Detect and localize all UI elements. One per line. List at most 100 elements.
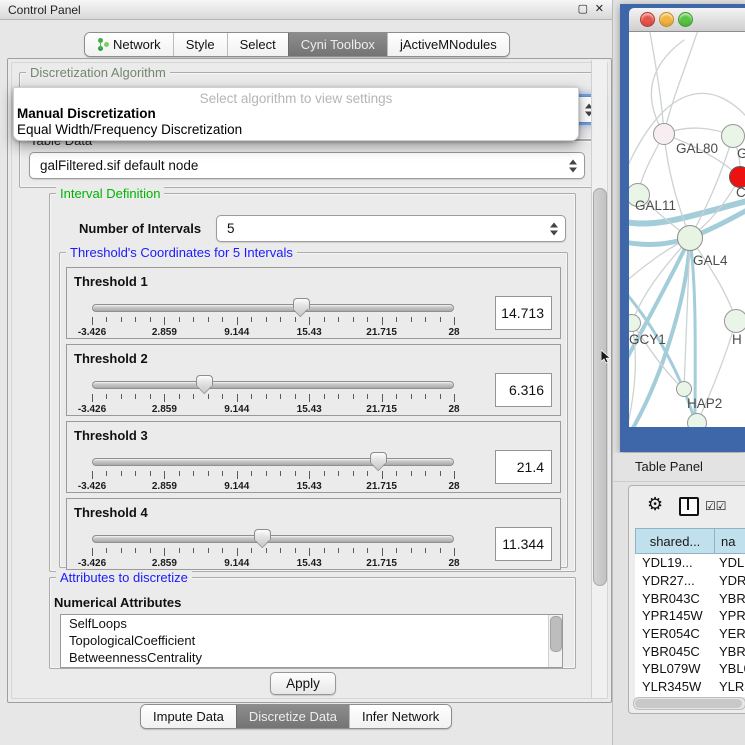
algorithm-dropdown-popup: Select algorithm to view settings Manual… bbox=[13, 87, 579, 141]
combobox-stepper-icon[interactable] bbox=[569, 158, 577, 173]
table-row[interactable]: YDR27...YDR2 bbox=[635, 572, 745, 590]
attributes-listbox[interactable]: SelfLoopsTopologicalCoefficientBetweenne… bbox=[60, 614, 563, 668]
threshold-slider[interactable]: -3.4262.8599.14415.4321.71528 bbox=[92, 377, 454, 413]
tab-style[interactable]: Style bbox=[173, 33, 227, 56]
slider-thumb[interactable] bbox=[196, 375, 213, 386]
panel-scrollbar-thumb[interactable] bbox=[593, 188, 607, 586]
tick-label: -3.426 bbox=[78, 481, 106, 492]
tab-discretize-data[interactable]: Discretize Data bbox=[236, 705, 349, 728]
network-node-hap2[interactable] bbox=[676, 381, 692, 397]
tick-mark bbox=[222, 471, 223, 476]
threshold-value-field[interactable]: 21.4 bbox=[495, 450, 552, 484]
list-scrollbar[interactable] bbox=[548, 615, 562, 667]
table-data-group: Table Data galFiltered.sif default node bbox=[19, 140, 593, 188]
network-node[interactable] bbox=[687, 413, 707, 427]
tab-select[interactable]: Select bbox=[227, 33, 288, 56]
close-icon[interactable]: ✕ bbox=[595, 2, 604, 15]
tick-mark bbox=[237, 394, 238, 402]
attribute-item[interactable]: TopologicalCoefficient bbox=[61, 632, 562, 649]
tick-label: 2.859 bbox=[152, 481, 177, 492]
attribute-item[interactable]: SelfLoops bbox=[61, 615, 562, 632]
threshold-slider[interactable]: -3.4262.8599.14415.4321.71528 bbox=[92, 531, 454, 567]
tick-mark bbox=[411, 548, 412, 553]
tick-mark bbox=[150, 394, 151, 399]
threshold-panel: Threshold 3 -3.4262.8599.14415.4321.7152… bbox=[66, 421, 561, 493]
attribute-item[interactable]: BetweennessCentrality bbox=[61, 649, 562, 666]
table-row[interactable]: YBL079WYBL0 bbox=[635, 660, 745, 678]
table-row[interactable]: YBR045CYBR0 bbox=[635, 642, 745, 660]
dropdown-option[interactable]: Manual Discretization bbox=[17, 106, 156, 121]
tick-mark bbox=[338, 471, 339, 476]
threshold-label: Threshold 2 bbox=[74, 351, 148, 366]
network-node-ga[interactable] bbox=[721, 124, 745, 148]
slider-track[interactable] bbox=[92, 535, 454, 543]
table-cell: YBR043C bbox=[635, 591, 715, 606]
tick-mark bbox=[280, 471, 281, 476]
slider-thumb[interactable] bbox=[293, 298, 310, 309]
dropdown-option[interactable]: Equal Width/Frequency Discretization bbox=[17, 122, 242, 137]
slider-track[interactable] bbox=[92, 381, 454, 389]
tick-mark bbox=[338, 317, 339, 322]
table-column-header[interactable]: shared... bbox=[635, 528, 715, 554]
tick-mark bbox=[382, 394, 383, 402]
tick-mark bbox=[251, 394, 252, 399]
tick-mark bbox=[280, 317, 281, 322]
tab-network[interactable]: Network bbox=[85, 33, 173, 56]
tick-mark bbox=[164, 471, 165, 479]
threshold-value-field[interactable]: 11.344 bbox=[495, 527, 552, 561]
threshold-slider[interactable]: -3.4262.8599.14415.4321.71528 bbox=[92, 454, 454, 490]
tick-labels: -3.4262.8599.14415.4321.71528 bbox=[92, 558, 454, 569]
threshold-value-field[interactable]: 6.316 bbox=[495, 373, 552, 407]
tick-mark bbox=[237, 317, 238, 325]
tab-cyni-toolbox[interactable]: Cyni Toolbox bbox=[288, 33, 387, 56]
num-intervals-combobox[interactable]: 5 bbox=[216, 215, 566, 242]
network-node-h[interactable] bbox=[724, 309, 745, 333]
restore-icon[interactable]: ▢ bbox=[578, 2, 588, 15]
tick-mark bbox=[454, 471, 455, 479]
slider-thumb[interactable] bbox=[254, 529, 271, 540]
threshold-value-field[interactable]: 14.713 bbox=[495, 296, 552, 330]
split-columns-icon[interactable] bbox=[679, 497, 699, 516]
table-row[interactable]: YER054CYER0 bbox=[635, 625, 745, 643]
tick-mark bbox=[396, 548, 397, 553]
tab-infer-network[interactable]: Infer Network bbox=[349, 705, 451, 728]
network-node-gal4[interactable] bbox=[677, 225, 703, 251]
panel-scrollbar[interactable] bbox=[591, 60, 607, 698]
tab-impute-data[interactable]: Impute Data bbox=[141, 705, 236, 728]
tab-jactivemnodules[interactable]: jActiveMNodules bbox=[387, 33, 509, 56]
tick-mark bbox=[353, 548, 354, 553]
network-node-gal80[interactable] bbox=[653, 123, 675, 145]
tick-label: 21.715 bbox=[366, 327, 397, 338]
threshold-slider[interactable]: -3.4262.8599.14415.4321.71528 bbox=[92, 300, 454, 336]
threshold-label: Threshold 4 bbox=[74, 505, 148, 520]
table-row[interactable]: YLR345WYLR3 bbox=[635, 678, 745, 696]
table-row[interactable]: YDL19...YDL1 bbox=[635, 554, 745, 572]
network-window-titlebar[interactable] bbox=[629, 8, 745, 32]
table-data-combobox[interactable]: galFiltered.sif default node bbox=[29, 152, 585, 179]
threshold-panel: Threshold 4 -3.4262.8599.14415.4321.7152… bbox=[66, 498, 561, 570]
table-row[interactable]: YBR043CYBR0 bbox=[635, 589, 745, 607]
slider-track[interactable] bbox=[92, 304, 454, 312]
gear-icon[interactable]: ⚙ bbox=[647, 494, 663, 515]
table-row[interactable]: YPR145WYPR1 bbox=[635, 607, 745, 625]
minimize-traffic-light[interactable] bbox=[659, 12, 674, 27]
table-scrollbar-thumb[interactable] bbox=[635, 699, 742, 708]
zoom-traffic-light[interactable] bbox=[678, 12, 693, 27]
table-panel: ⚙ ☑☑ shared...na YDL19...YDL1YDR27...YDR… bbox=[628, 485, 745, 714]
apply-button[interactable]: Apply bbox=[270, 672, 336, 695]
checkbox-icons[interactable]: ☑☑ bbox=[705, 499, 727, 513]
mouse-cursor bbox=[601, 350, 612, 369]
combobox-stepper-icon[interactable] bbox=[550, 221, 558, 236]
tick-mark bbox=[454, 394, 455, 402]
slider-track[interactable] bbox=[92, 458, 454, 466]
close-traffic-light[interactable] bbox=[640, 12, 655, 27]
table-horizontal-scrollbar[interactable] bbox=[633, 697, 745, 710]
tick-label: -3.426 bbox=[78, 558, 106, 569]
list-scrollbar-thumb[interactable] bbox=[550, 616, 562, 652]
tick-mark bbox=[440, 548, 441, 553]
network-canvas[interactable]: GAL80GACGAL11GAL4GCY1HHAP2 bbox=[629, 32, 745, 427]
tick-mark bbox=[367, 317, 368, 322]
slider-thumb[interactable] bbox=[370, 452, 387, 463]
tick-mark bbox=[106, 394, 107, 399]
table-column-header[interactable]: na bbox=[715, 528, 745, 554]
